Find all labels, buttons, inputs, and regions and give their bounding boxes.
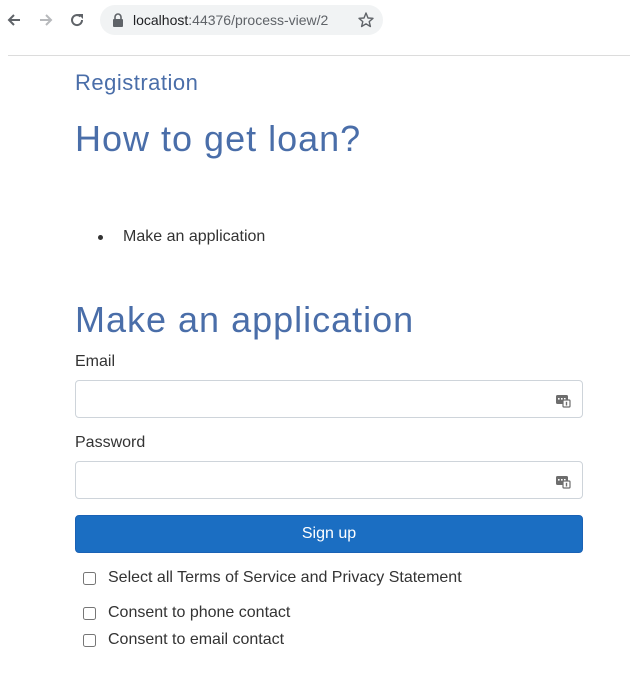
page-title: How to get loan? <box>75 118 362 159</box>
steps-list: Make an application <box>75 226 265 248</box>
reload-button[interactable] <box>67 10 87 30</box>
email-consent-checkbox[interactable] <box>83 633 96 647</box>
step-label: Make an application <box>123 228 266 245</box>
divider <box>8 55 630 56</box>
select-all-label[interactable]: Select all Terms of Service and Privacy … <box>108 569 462 587</box>
url-text: localhost:44376/process-view/2 <box>133 12 328 28</box>
password-manager-icon[interactable] <box>555 473 571 489</box>
star-icon[interactable] <box>357 11 375 29</box>
arrow-left-icon <box>7 14 20 26</box>
arrow-right-icon <box>40 14 53 26</box>
password-manager-icon[interactable] <box>555 392 571 408</box>
signup-button[interactable]: Sign up <box>75 515 583 553</box>
email-consent-label[interactable]: Consent to email contact <box>108 631 284 649</box>
address-bar[interactable]: localhost:44376/process-view/2 <box>100 5 383 35</box>
browser-toolbar: localhost:44376/process-view/2 <box>0 0 630 40</box>
url-path: :44376/process-view/2 <box>188 12 329 28</box>
phone-consent-checkbox[interactable] <box>83 606 96 620</box>
url-host: localhost <box>133 12 189 28</box>
list-item: Make an application <box>75 226 265 248</box>
email-label: Email <box>75 353 116 370</box>
checkbox-row-select-all: Select all Terms of Service and Privacy … <box>83 568 462 588</box>
forward-button[interactable] <box>36 10 56 30</box>
form-title: Make an application <box>75 299 415 340</box>
email-field-wrapper <box>75 380 583 418</box>
password-label: Password <box>75 434 146 451</box>
email-field[interactable] <box>76 381 582 417</box>
select-all-checkbox[interactable] <box>83 571 96 585</box>
bullet-icon <box>98 235 103 240</box>
checkbox-row-phone: Consent to phone contact <box>83 603 290 623</box>
lock-icon <box>113 13 123 27</box>
password-field[interactable] <box>76 462 582 498</box>
back-button[interactable] <box>4 10 24 30</box>
breadcrumb-registration[interactable]: Registration <box>75 70 198 96</box>
reload-icon <box>71 14 84 27</box>
checkbox-row-email: Consent to email contact <box>83 630 284 650</box>
password-field-wrapper <box>75 461 583 499</box>
phone-consent-label[interactable]: Consent to phone contact <box>108 604 290 622</box>
